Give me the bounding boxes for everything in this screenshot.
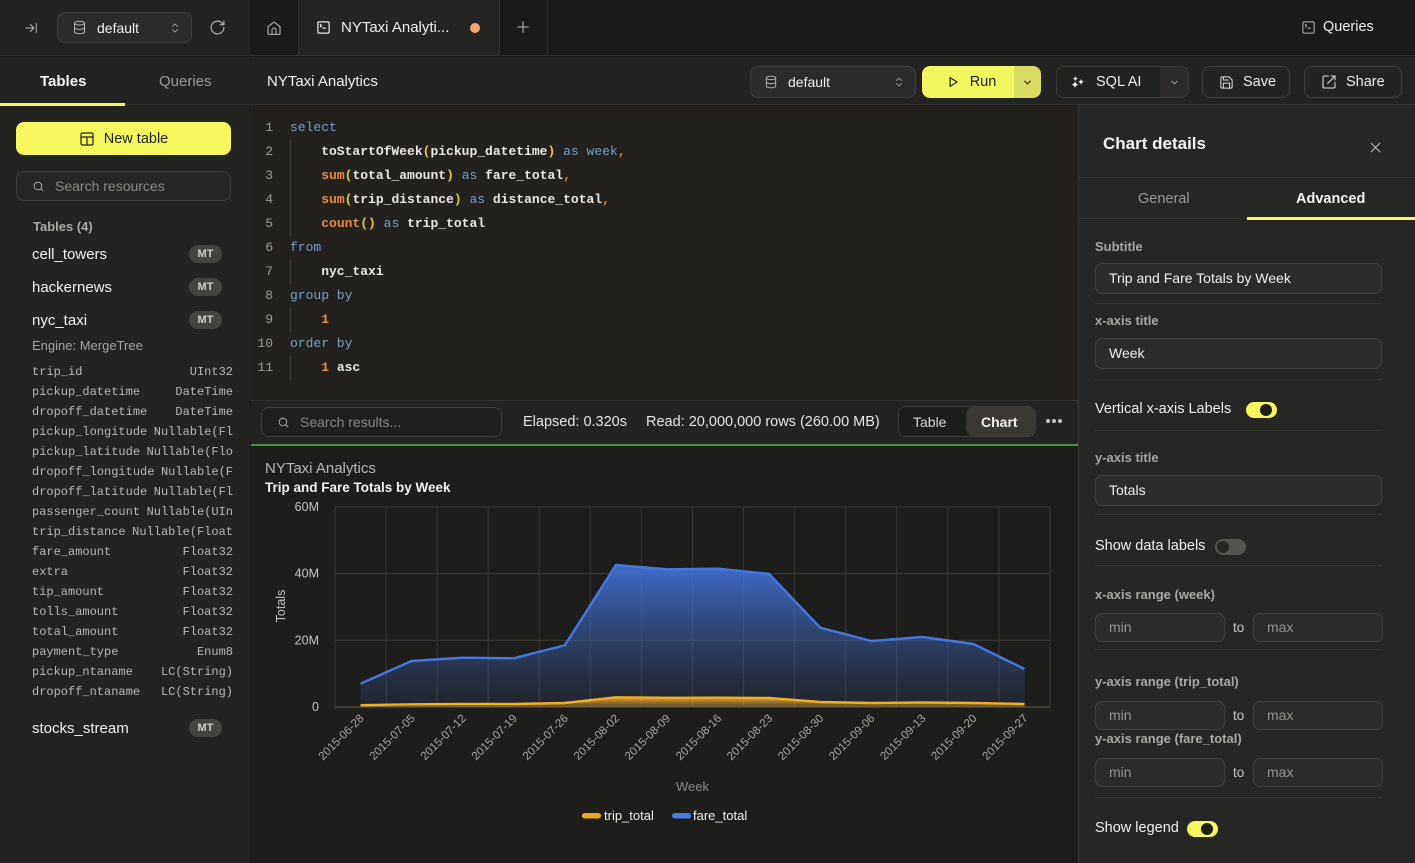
svg-text:Week: Week [676, 779, 709, 794]
svg-text:20M: 20M [295, 633, 319, 647]
svg-text:2015-09-06: 2015-09-06 [827, 713, 877, 763]
svg-text:40M: 40M [295, 567, 319, 581]
svg-text:2015-09-27: 2015-09-27 [981, 713, 1031, 763]
svg-text:2015-07-26: 2015-07-26 [521, 713, 571, 763]
svg-text:2015-09-13: 2015-09-13 [878, 713, 928, 763]
svg-text:2015-08-16: 2015-08-16 [674, 713, 724, 763]
svg-text:0: 0 [312, 700, 319, 714]
svg-text:fare_total: fare_total [693, 808, 747, 823]
svg-text:2015-07-19: 2015-07-19 [470, 713, 520, 763]
svg-text:trip_total: trip_total [604, 808, 654, 823]
svg-text:2015-09-20: 2015-09-20 [929, 713, 979, 763]
svg-text:2015-07-12: 2015-07-12 [419, 713, 469, 763]
svg-text:60M: 60M [295, 500, 319, 514]
svg-text:2015-08-23: 2015-08-23 [725, 713, 775, 763]
svg-text:2015-08-02: 2015-08-02 [572, 713, 622, 763]
svg-text:2015-08-09: 2015-08-09 [623, 713, 673, 763]
svg-text:NYTaxi Analytics: NYTaxi Analytics [265, 460, 376, 477]
svg-text:Totals: Totals [274, 590, 288, 623]
svg-text:2015-08-30: 2015-08-30 [776, 713, 826, 763]
svg-text:2015-07-05: 2015-07-05 [368, 713, 418, 763]
svg-text:Trip and Fare Totals by Week: Trip and Fare Totals by Week [265, 480, 451, 495]
svg-text:2015-06-28: 2015-06-28 [317, 713, 367, 763]
